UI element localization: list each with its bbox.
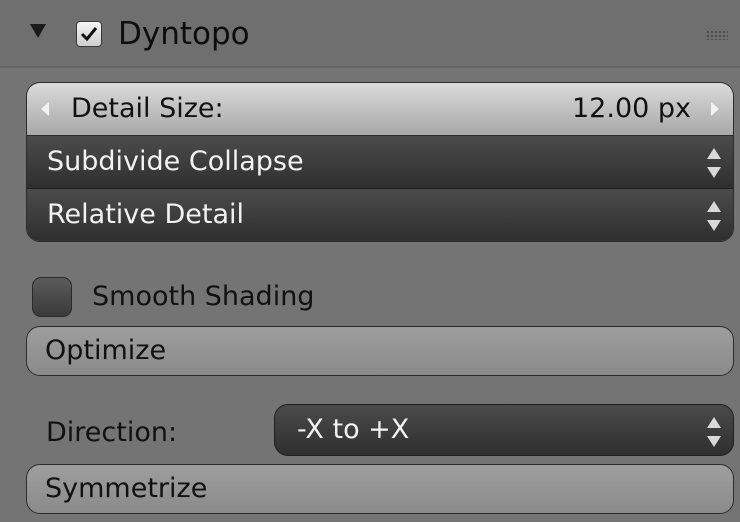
detail-type-dropdown[interactable]: Relative Detail <box>27 189 733 241</box>
dyntopo-settings-column: Detail Size: 12.00 px Subdivide Collapse… <box>26 82 734 242</box>
increment-arrow-icon[interactable] <box>711 102 719 116</box>
symmetrize-button[interactable]: Symmetrize <box>26 464 734 514</box>
dropdown-updown-icon <box>707 148 721 178</box>
optimize-label: Optimize <box>45 335 167 366</box>
drag-grip-icon[interactable] <box>706 30 728 40</box>
refine-method-value: Subdivide Collapse <box>47 146 304 177</box>
panel-header[interactable]: Dyntopo <box>0 0 740 68</box>
detail-size-field[interactable]: Detail Size: 12.00 px <box>27 83 733 136</box>
panel-title: Dyntopo <box>118 16 250 52</box>
direction-value: -X to +X <box>297 414 410 445</box>
smooth-shading-label[interactable]: Smooth Shading <box>92 278 314 316</box>
checkmark-icon <box>80 27 98 42</box>
symmetrize-label: Symmetrize <box>45 473 208 504</box>
smooth-shading-checkbox[interactable] <box>32 277 72 317</box>
detail-size-label: Detail Size: <box>71 93 224 124</box>
direction-dropdown[interactable]: -X to +X <box>274 404 734 456</box>
dyntopo-panel: Dyntopo Detail Size: 12.00 px Subdivide … <box>0 0 740 522</box>
detail-type-value: Relative Detail <box>47 199 245 230</box>
dyntopo-enable-checkbox[interactable] <box>76 21 102 47</box>
optimize-button[interactable]: Optimize <box>26 326 734 376</box>
detail-size-value: 12.00 px <box>572 93 691 124</box>
direction-label: Direction: <box>46 417 178 448</box>
collapse-triangle-icon[interactable] <box>30 24 46 38</box>
decrement-arrow-icon[interactable] <box>41 102 49 116</box>
dropdown-updown-icon <box>707 417 721 447</box>
refine-method-dropdown[interactable]: Subdivide Collapse <box>27 136 733 189</box>
dropdown-updown-icon <box>707 201 721 231</box>
